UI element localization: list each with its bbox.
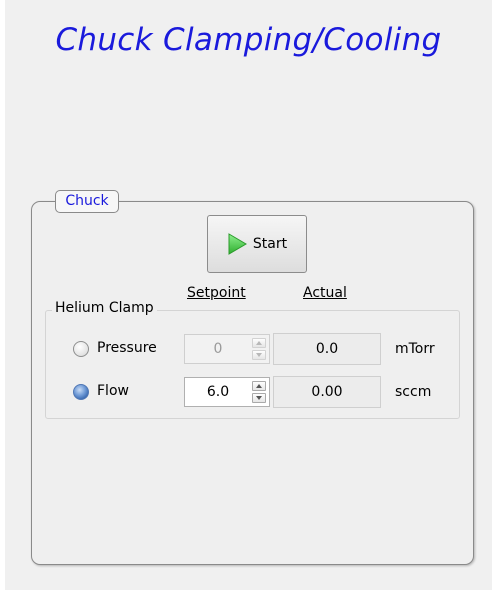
helium-clamp-label: Helium Clamp xyxy=(52,300,157,316)
flow-radio[interactable] xyxy=(73,384,89,400)
chevron-up-icon[interactable] xyxy=(252,338,266,348)
flow-unit: sccm xyxy=(395,384,432,400)
chevron-down-icon[interactable] xyxy=(252,393,266,403)
flow-setpoint-stepper[interactable]: 6.0 xyxy=(184,377,270,407)
actual-column-header: Actual xyxy=(303,285,347,301)
pressure-actual-readout: 0.0 xyxy=(273,333,381,365)
pressure-unit: mTorr xyxy=(395,341,435,357)
flow-setpoint-value: 6.0 xyxy=(206,384,230,400)
chevron-up-icon[interactable] xyxy=(252,381,266,391)
start-button-label: Start xyxy=(252,236,288,252)
pressure-radio[interactable] xyxy=(73,341,89,357)
pressure-setpoint-stepper[interactable]: 0 xyxy=(184,334,270,364)
pressure-setpoint-value: 0 xyxy=(213,341,223,357)
page-title: Chuck Clamping/Cooling xyxy=(55,22,442,58)
chuck-tab-label: Chuck xyxy=(55,190,119,213)
play-icon xyxy=(227,233,247,255)
setpoint-column-header: Setpoint xyxy=(187,285,246,301)
flow-actual-readout: 0.00 xyxy=(273,376,381,408)
start-button[interactable]: Start xyxy=(207,215,307,273)
flow-label: Flow xyxy=(97,383,129,399)
chevron-down-icon[interactable] xyxy=(252,350,266,360)
pressure-label: Pressure xyxy=(97,340,157,356)
